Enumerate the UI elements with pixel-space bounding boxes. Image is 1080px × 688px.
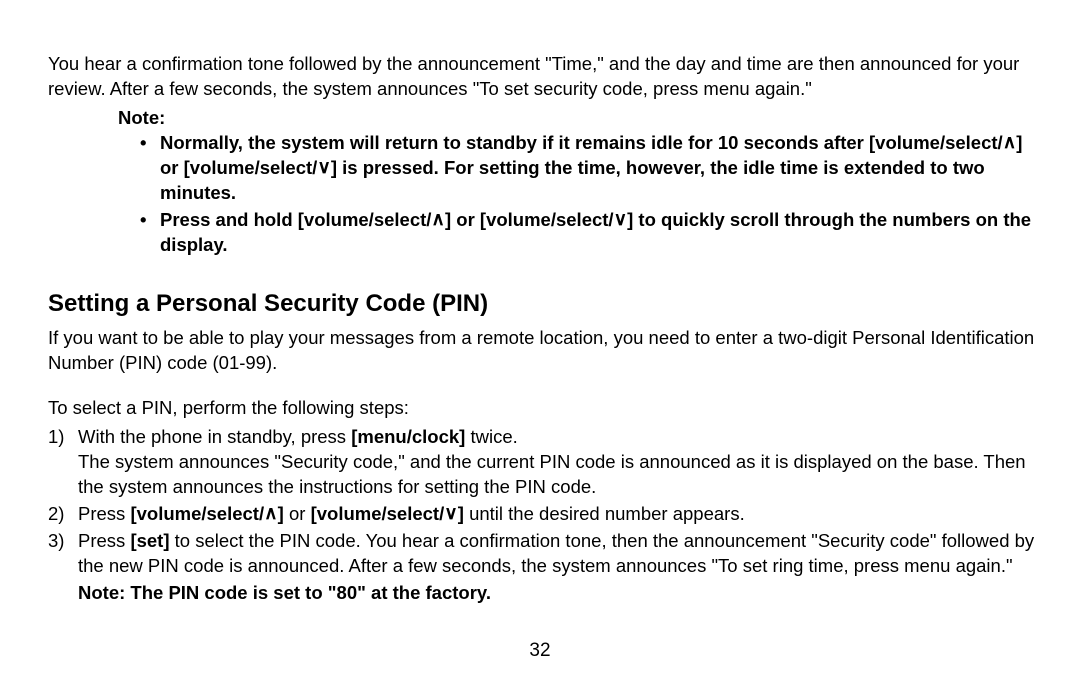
- note-item-2: Press and hold [volume/select/∧] or [vol…: [140, 208, 1042, 258]
- step-number: 2): [48, 502, 64, 527]
- step-bold: [volume/select/∧]: [130, 503, 283, 524]
- section-intro: If you want to be able to play your mess…: [48, 326, 1042, 376]
- chevron-down-icon: ∨: [317, 155, 331, 180]
- step-text: twice.: [465, 426, 517, 447]
- step-text: Press: [78, 503, 130, 524]
- step-text: or: [284, 503, 311, 524]
- chevron-down-icon: ∨: [444, 501, 458, 526]
- step-text: until the desired number appears.: [464, 503, 745, 524]
- step-3: 3) Press [set] to select the PIN code. Y…: [48, 529, 1042, 606]
- step-text: to select the PIN code. You hear a confi…: [78, 530, 1034, 576]
- note-list: Normally, the system will return to stan…: [140, 131, 1042, 258]
- note-text: Normally, the system will return to stan…: [160, 132, 1003, 153]
- step-bold: [set]: [130, 530, 169, 551]
- step-bold: [volume/select/∨]: [311, 503, 464, 524]
- chevron-up-icon: ∧: [1003, 130, 1017, 155]
- steps-list: 1) With the phone in standby, press [men…: [48, 425, 1042, 606]
- note-block: Note: Normally, the system will return t…: [118, 106, 1042, 258]
- page-number: 32: [529, 638, 550, 664]
- note-label: Note:: [118, 106, 1042, 131]
- step-text: The system announces "Security code," an…: [78, 451, 1026, 497]
- step-2: 2) Press [volume/select/∧] or [volume/se…: [48, 502, 1042, 527]
- note-text: Press and hold [volume/select/: [160, 209, 431, 230]
- steps-intro: To select a PIN, perform the following s…: [48, 396, 1042, 421]
- step-bold: [menu/clock]: [351, 426, 465, 447]
- step-text: With the phone in standby, press: [78, 426, 351, 447]
- step-number: 3): [48, 529, 64, 554]
- step-note: Note: The PIN code is set to "80" at the…: [78, 581, 1042, 606]
- note-text: ] or [volume/select/: [445, 209, 614, 230]
- step-number: 1): [48, 425, 64, 450]
- section-heading: Setting a Personal Security Code (PIN): [48, 288, 1042, 320]
- chevron-down-icon: ∨: [614, 207, 628, 232]
- intro-paragraph: You hear a confirmation tone followed by…: [48, 52, 1042, 102]
- step-1: 1) With the phone in standby, press [men…: [48, 425, 1042, 500]
- note-item-1: Normally, the system will return to stan…: [140, 131, 1042, 206]
- chevron-up-icon: ∧: [431, 207, 445, 232]
- step-text: Press: [78, 530, 130, 551]
- chevron-up-icon: ∧: [264, 501, 278, 526]
